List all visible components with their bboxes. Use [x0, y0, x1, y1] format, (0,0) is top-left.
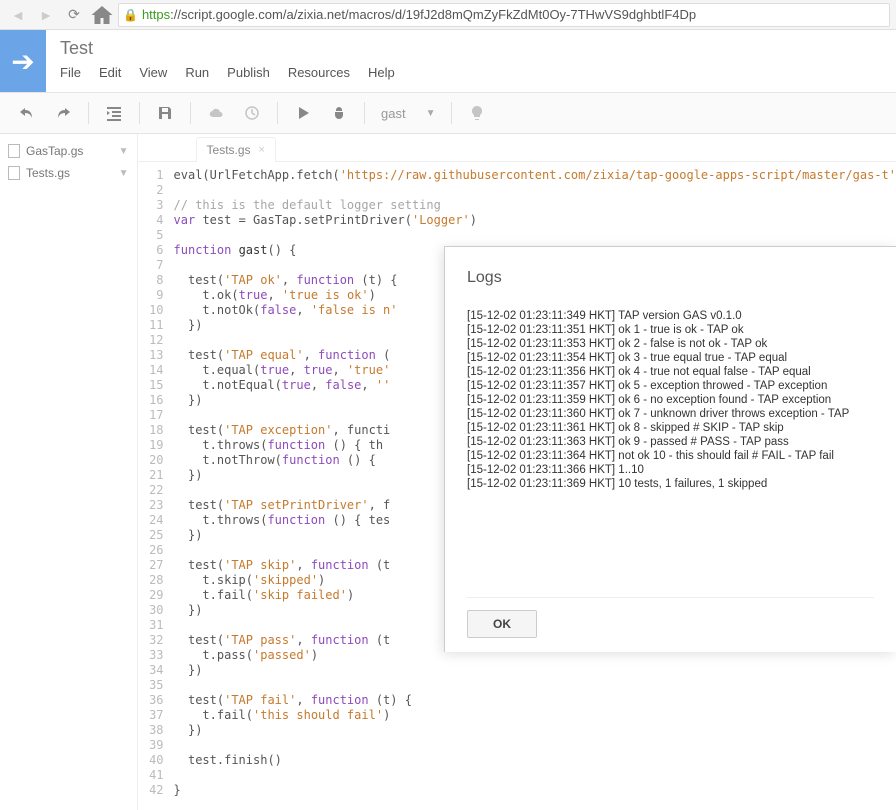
log-output: [15-12-02 01:23:11:349 HKT] TAP version …	[467, 309, 874, 597]
debug-button[interactable]	[324, 99, 354, 127]
caret-down-icon: ▼	[426, 108, 436, 119]
save-button[interactable]	[150, 99, 180, 127]
menu-help[interactable]: Help	[368, 65, 395, 80]
lock-icon: 🔒	[123, 8, 138, 22]
file-name: Tests.gs	[26, 166, 70, 180]
menu-bar: File Edit View Run Publish Resources Hel…	[60, 65, 882, 80]
ok-button[interactable]: OK	[467, 610, 537, 638]
forward-button[interactable]: ►	[34, 3, 58, 27]
url-scheme: https	[142, 7, 170, 22]
url-bar[interactable]: 🔒 https://script.google.com/a/zixia.net/…	[118, 3, 890, 27]
lightbulb-button[interactable]	[462, 99, 492, 127]
project-title[interactable]: Test	[60, 38, 882, 59]
dialog-title: Logs	[467, 269, 874, 287]
apps-script-logo[interactable]: ➔	[0, 30, 46, 92]
home-button[interactable]	[90, 3, 114, 27]
file-name: GasTap.gs	[26, 144, 83, 158]
file-icon	[8, 144, 20, 158]
sidebar-file[interactable]: Tests.gs ▼	[0, 162, 137, 184]
run-button[interactable]	[288, 99, 318, 127]
caret-down-icon[interactable]: ▼	[119, 146, 129, 157]
browser-bar: ◄ ► ⟳ 🔒 https://script.google.com/a/zixi…	[0, 0, 896, 30]
menu-publish[interactable]: Publish	[227, 65, 270, 80]
caret-down-icon[interactable]: ▼	[119, 168, 129, 179]
sidebar-file[interactable]: GasTap.gs ▼	[0, 140, 137, 162]
triggers-button[interactable]	[237, 99, 267, 127]
separator	[88, 102, 89, 124]
menu-run[interactable]: Run	[185, 65, 209, 80]
redo-button[interactable]	[48, 99, 78, 127]
undo-button[interactable]	[12, 99, 42, 127]
separator	[451, 102, 452, 124]
function-name: gast	[381, 106, 406, 121]
reload-button[interactable]: ⟳	[62, 3, 86, 27]
logs-dialog: Logs [15-12-02 01:23:11:349 HKT] TAP ver…	[444, 246, 896, 652]
dialog-footer: OK	[467, 597, 874, 638]
function-select[interactable]: gast ▼	[375, 106, 441, 121]
back-button[interactable]: ◄	[6, 3, 30, 27]
app-header: ➔ Test File Edit View Run Publish Resour…	[0, 30, 896, 92]
separator	[190, 102, 191, 124]
close-icon[interactable]: ×	[259, 144, 265, 156]
line-gutter: 1234567891011121314151617181920212223242…	[138, 168, 174, 798]
deploy-button[interactable]	[201, 99, 231, 127]
indent-button[interactable]	[99, 99, 129, 127]
menu-edit[interactable]: Edit	[99, 65, 121, 80]
tab-label: Tests.gs	[207, 143, 251, 157]
separator	[277, 102, 278, 124]
separator	[364, 102, 365, 124]
toolbar: gast ▼	[0, 92, 896, 134]
separator	[139, 102, 140, 124]
url-text: ://script.google.com/a/zixia.net/macros/…	[170, 7, 696, 22]
menu-file[interactable]: File	[60, 65, 81, 80]
file-sidebar: GasTap.gs ▼ Tests.gs ▼	[0, 134, 138, 810]
tab-strip: Tests.gs ×	[138, 134, 896, 162]
menu-view[interactable]: View	[139, 65, 167, 80]
file-icon	[8, 166, 20, 180]
menu-resources[interactable]: Resources	[288, 65, 350, 80]
editor-tab[interactable]: Tests.gs ×	[196, 137, 276, 162]
